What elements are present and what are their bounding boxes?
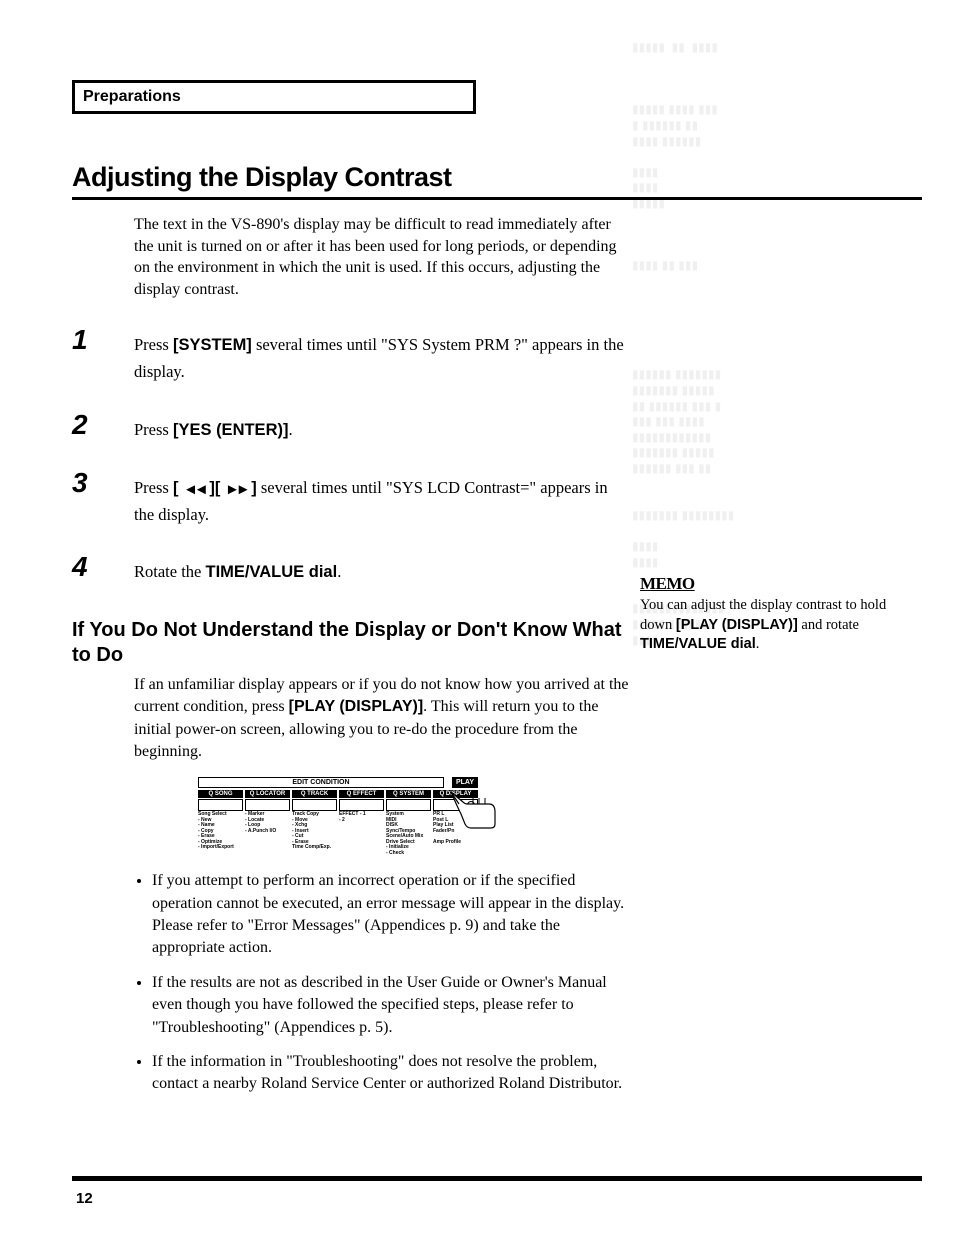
key-label: [PLAY (DISPLAY)] xyxy=(289,698,424,715)
key-bracket: ] xyxy=(247,479,257,497)
step-2: 2 Press [YES (ENTER)]. xyxy=(72,411,630,444)
edit-condition-diagram: EDIT CONDITION PLAY Q SONG Song Select -… xyxy=(198,777,478,856)
key-label: [SYSTEM] xyxy=(173,336,252,354)
step-number: 3 xyxy=(72,469,134,497)
text: . xyxy=(337,562,341,581)
intro-paragraph: The text in the VS-890's display may be … xyxy=(134,214,630,300)
page-number: 12 xyxy=(76,1190,93,1207)
diagram-button xyxy=(198,799,243,811)
diagram-col-header: Q LOCATOR xyxy=(245,790,290,798)
diagram-sub-list: EFFECT - 1 - 2 xyxy=(339,812,384,823)
diagram-columns: Q SONG Song Select - New - Name - Copy -… xyxy=(198,790,478,856)
step-body: Press [YES (ENTER)]. xyxy=(134,411,293,444)
step-number: 1 xyxy=(72,326,134,354)
step-3: 3 Press [ ◄◄ ][ ►► ] several times until… xyxy=(72,469,630,527)
diagram-sub-list: System MIDI DISK Sync/Tempo Scene/Auto M… xyxy=(386,812,431,856)
key-label: TIME/VALUE dial xyxy=(205,563,337,581)
text: . xyxy=(756,636,760,652)
step-number: 4 xyxy=(72,553,134,581)
bullet-item: If you attempt to perform an incorrect o… xyxy=(152,870,630,960)
forward-icon: ►► xyxy=(225,478,247,501)
bullet-item: If the results are not as described in t… xyxy=(152,972,630,1039)
section-tab: Preparations xyxy=(72,80,476,114)
diagram-col-song: Q SONG Song Select - New - Name - Copy -… xyxy=(198,790,243,856)
title-rule xyxy=(72,197,922,200)
diagram-col-locator: Q LOCATOR - Marker - Locate - Loop - A.P… xyxy=(245,790,290,856)
pointing-hand-icon xyxy=(443,784,503,834)
diagram-button xyxy=(245,799,290,811)
diagram-col-header: Q SYSTEM xyxy=(386,790,431,798)
diagram-col-track: Q TRACK Track Copy - Move - Xchg - Inser… xyxy=(292,790,337,856)
main-column: The text in the VS-890's display may be … xyxy=(72,214,630,1108)
memo-label: MEMO xyxy=(640,574,900,594)
text: Rotate the xyxy=(134,562,205,581)
diagram-button xyxy=(292,799,337,811)
diagram-col-system: Q SYSTEM System MIDI DISK Sync/Tempo Sce… xyxy=(386,790,431,856)
text: Press xyxy=(134,335,173,354)
memo-body: You can adjust the display contrast to h… xyxy=(640,596,900,655)
diagram-sub-list: - Marker - Locate - Loop - A.Punch I/O xyxy=(245,812,290,834)
text: and rotate xyxy=(798,617,859,633)
text: Press xyxy=(134,420,173,439)
key-label: TIME/VALUE dial xyxy=(640,636,756,652)
page-content: Preparations Adjusting the Display Contr… xyxy=(0,0,954,1108)
diagram-col-header: Q EFFECT xyxy=(339,790,384,798)
diagram-edit-condition-label: EDIT CONDITION xyxy=(198,777,444,788)
step-number: 2 xyxy=(72,411,134,439)
bullet-list: If you attempt to perform an incorrect o… xyxy=(134,870,630,1096)
step-body: Rotate the TIME/VALUE dial. xyxy=(134,553,341,586)
diagram-col-display: Q DISPLAY PR L Post L Play List Fader/Pn… xyxy=(433,790,478,856)
sub-body-paragraph: If an unfamiliar display appears or if y… xyxy=(134,674,630,764)
bullet-item: If the information in "Troubleshooting" … xyxy=(152,1051,630,1096)
step-body: Press [ ◄◄ ][ ►► ] several times until "… xyxy=(134,469,630,527)
key-bracket: ][ xyxy=(205,479,225,497)
text: Press xyxy=(134,478,173,497)
memo-box: MEMO You can adjust the display contrast… xyxy=(640,574,900,655)
diagram-col-effect: Q EFFECT EFFECT - 1 - 2 xyxy=(339,790,384,856)
key-bracket: [ xyxy=(173,479,183,497)
subheading: If You Do Not Understand the Display or … xyxy=(72,618,630,668)
diagram-button xyxy=(386,799,431,811)
key-label: [YES (ENTER)] xyxy=(173,421,289,439)
page-title: Adjusting the Display Contrast xyxy=(72,162,924,193)
diagram-button xyxy=(339,799,384,811)
footer-rule xyxy=(72,1176,922,1181)
text: . xyxy=(288,420,292,439)
rewind-icon: ◄◄ xyxy=(183,478,205,501)
key-label: [PLAY (DISPLAY)] xyxy=(676,617,798,633)
step-1: 1 Press [SYSTEM] several times until "SY… xyxy=(72,326,630,384)
diagram-sub-list: Song Select - New - Name - Copy - Erase … xyxy=(198,812,243,851)
step-4: 4 Rotate the TIME/VALUE dial. xyxy=(72,553,630,586)
diagram-col-header: Q SONG xyxy=(198,790,243,798)
step-body: Press [SYSTEM] several times until "SYS … xyxy=(134,326,630,384)
diagram-sub-list: Track Copy - Move - Xchg - Insert - Cut … xyxy=(292,812,337,851)
diagram-col-header: Q TRACK xyxy=(292,790,337,798)
